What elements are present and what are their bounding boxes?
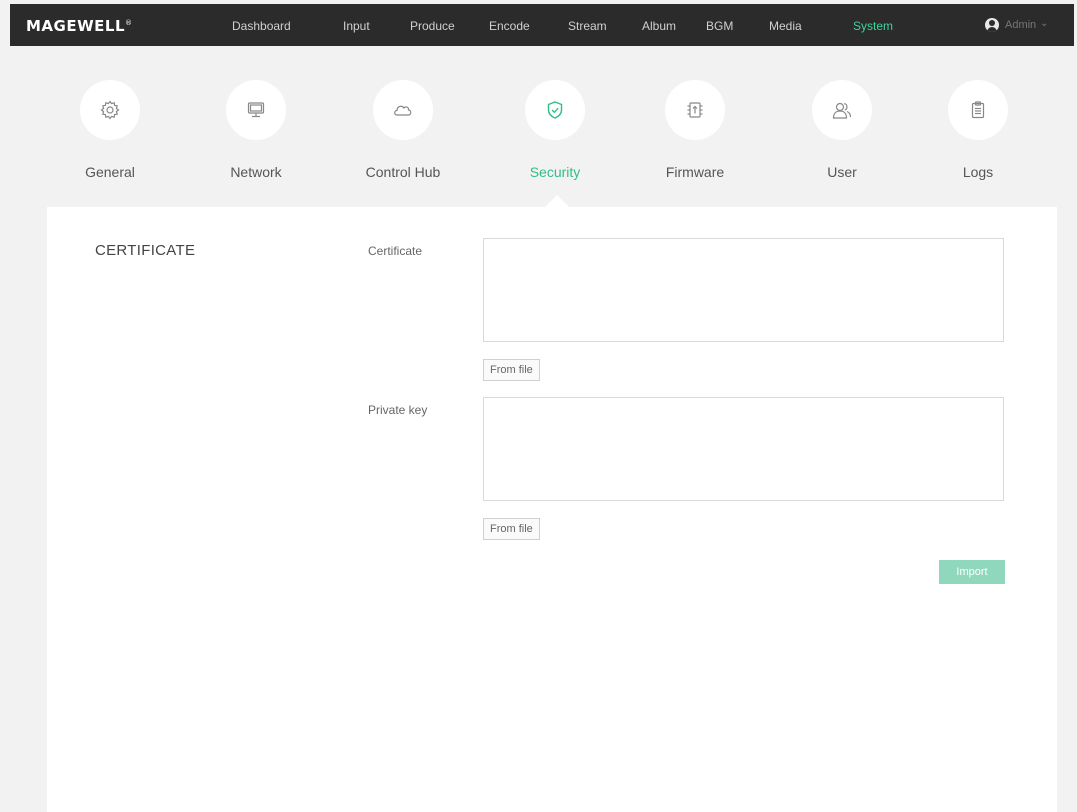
nav-item-encode[interactable]: Encode bbox=[489, 19, 530, 33]
user-avatar-icon bbox=[985, 18, 999, 32]
certificate-textarea[interactable] bbox=[483, 238, 1004, 342]
tab-label: User bbox=[827, 164, 857, 180]
tab-label: General bbox=[85, 164, 135, 180]
chevron-down-icon: ⌄ bbox=[1040, 18, 1049, 29]
nav-item-album[interactable]: Album bbox=[642, 19, 676, 33]
shield-check-icon bbox=[547, 101, 563, 119]
import-button[interactable]: Import bbox=[939, 560, 1005, 584]
users-icon bbox=[832, 102, 852, 119]
tab-icon-circle bbox=[373, 80, 433, 140]
nav-item-dashboard[interactable]: Dashboard bbox=[232, 19, 291, 33]
tab-user[interactable]: User bbox=[782, 80, 902, 190]
certificate-label: Certificate bbox=[368, 244, 423, 258]
tab-label: Security bbox=[529, 164, 581, 180]
monitor-icon bbox=[247, 102, 265, 118]
section-title: CERTIFICATE bbox=[95, 242, 196, 259]
top-navigation-bar: MAGEWELL® Dashboard Input Produce Encode… bbox=[10, 4, 1074, 46]
tab-icon-circle bbox=[665, 80, 725, 140]
private-key-textarea[interactable] bbox=[483, 397, 1004, 501]
tab-label: Logs bbox=[962, 164, 994, 180]
nav-item-stream[interactable]: Stream bbox=[568, 19, 607, 33]
tab-icon-circle bbox=[812, 80, 872, 140]
nav-item-media[interactable]: Media bbox=[769, 19, 802, 33]
certificate-from-file-button[interactable]: From file bbox=[483, 359, 540, 381]
active-tab-pointer bbox=[545, 195, 569, 207]
nav-item-bgm[interactable]: BGM bbox=[706, 19, 733, 33]
tab-general[interactable]: General bbox=[50, 80, 170, 190]
tab-logs[interactable]: Logs bbox=[918, 80, 1038, 190]
cloud-icon bbox=[394, 105, 412, 116]
security-settings-panel: CERTIFICATE Certificate From file Privat… bbox=[47, 207, 1057, 812]
private-key-label: Private key bbox=[368, 403, 428, 417]
tab-label: Network bbox=[230, 164, 282, 180]
tab-network[interactable]: Network bbox=[196, 80, 316, 190]
tab-firmware[interactable]: Firmware bbox=[635, 80, 755, 190]
tab-icon-circle bbox=[226, 80, 286, 140]
gear-icon bbox=[100, 100, 120, 120]
tab-icon-circle bbox=[80, 80, 140, 140]
tab-icon-circle bbox=[525, 80, 585, 140]
brand-name: MAGEWELL bbox=[26, 17, 126, 35]
chip-upload-icon bbox=[687, 102, 703, 118]
nav-item-system[interactable]: System bbox=[853, 19, 893, 33]
tab-label: Firmware bbox=[665, 164, 725, 180]
tab-label: Control Hub bbox=[365, 164, 441, 180]
tab-security[interactable]: Security bbox=[495, 80, 615, 190]
brand-mark: ® bbox=[125, 19, 133, 27]
tab-icon-circle bbox=[948, 80, 1008, 140]
private-key-from-file-button[interactable]: From file bbox=[483, 518, 540, 540]
tab-control-hub[interactable]: Control Hub bbox=[343, 80, 463, 190]
brand-logo[interactable]: MAGEWELL® bbox=[26, 17, 133, 35]
nav-item-input[interactable]: Input bbox=[343, 19, 370, 33]
clipboard-icon bbox=[971, 101, 985, 119]
nav-item-produce[interactable]: Produce bbox=[410, 19, 455, 33]
user-name: Admin bbox=[1005, 19, 1037, 31]
